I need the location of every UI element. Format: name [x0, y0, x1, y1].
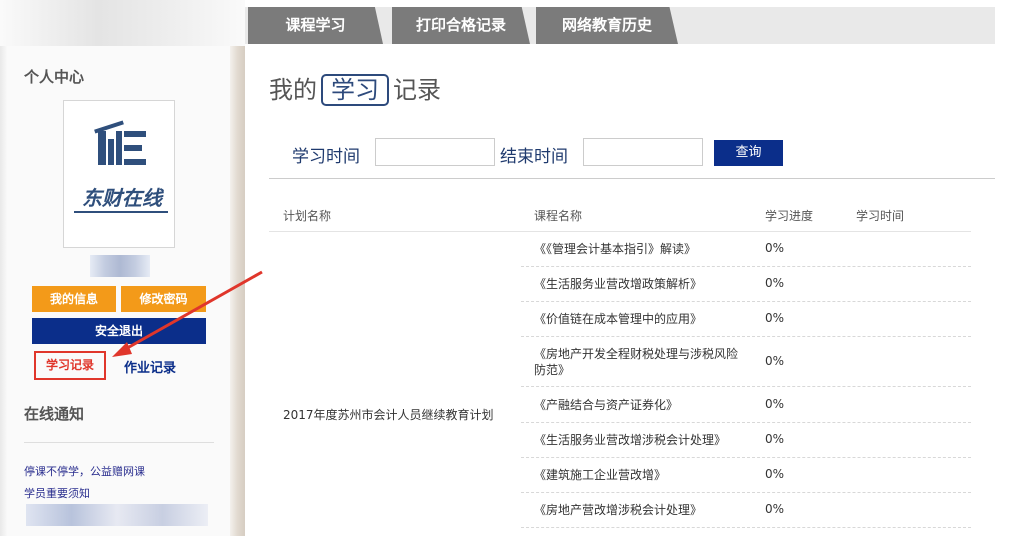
row-divider [521, 386, 971, 387]
table-row-course[interactable]: 《房地产开发全程财税处理与涉税风险防范》 [534, 346, 740, 378]
end-time-input[interactable] [583, 138, 703, 166]
table-row-progress: 0% [765, 241, 785, 255]
row-divider [521, 336, 971, 337]
table-row-course[interactable]: 《生活服务业营改增涉税会计处理》 [534, 432, 746, 448]
row-divider [521, 266, 971, 267]
table-row-progress: 0% [765, 467, 785, 481]
table-row-progress: 0% [765, 502, 785, 516]
start-time-label: 学习时间 [292, 147, 360, 167]
table-row-course[interactable]: 《房地产营改增涉税会计处理》 [534, 502, 746, 518]
plan-name-cell: 2017年度苏州市会计人员继续教育计划 [283, 408, 494, 422]
table-row-progress: 0% [765, 397, 785, 411]
row-divider [521, 527, 971, 528]
start-time-input[interactable] [375, 138, 495, 166]
table-row-course[interactable]: 《《管理会计基本指引》解读》 [534, 241, 746, 257]
red-arrow-annotation [112, 270, 263, 357]
row-divider [521, 301, 971, 302]
table-row-progress: 0% [765, 276, 785, 290]
header-progress: 学习进度 [765, 209, 814, 223]
page-title: 我的 学习 记录 [269, 70, 441, 106]
row-divider [521, 457, 971, 458]
header-course-name: 课程名称 [534, 209, 583, 223]
row-divider [521, 492, 971, 493]
header-plan-name: 计划名称 [283, 209, 332, 223]
table-row-course[interactable]: 《产融结合与资产证券化》 [534, 397, 746, 413]
header-study-time: 学习时间 [856, 209, 905, 223]
row-divider [521, 422, 971, 423]
query-button[interactable]: 查询 [714, 140, 783, 166]
table-row-course[interactable]: 《建筑施工企业营改增》 [534, 467, 746, 483]
end-time-label: 结束时间 [500, 147, 568, 167]
table-row-progress: 0% [765, 432, 785, 446]
table-row-course[interactable]: 《价值链在成本管理中的应用》 [534, 311, 746, 327]
title-suffix: 记录 [393, 76, 441, 104]
section-divider [269, 178, 995, 179]
title-prefix: 我的 [269, 76, 317, 104]
title-highlight: 学习 [321, 74, 389, 106]
table-row-course[interactable]: 《生活服务业营改增政策解析》 [534, 276, 746, 292]
table-row-progress: 0% [765, 311, 785, 325]
table-row-progress: 0% [765, 354, 785, 368]
page: 课程学习 打印合格记录 网络教育历史 个人中心 东财在线 我的信息 修改密码 安… [0, 0, 1033, 536]
table-header-divider [269, 231, 971, 232]
